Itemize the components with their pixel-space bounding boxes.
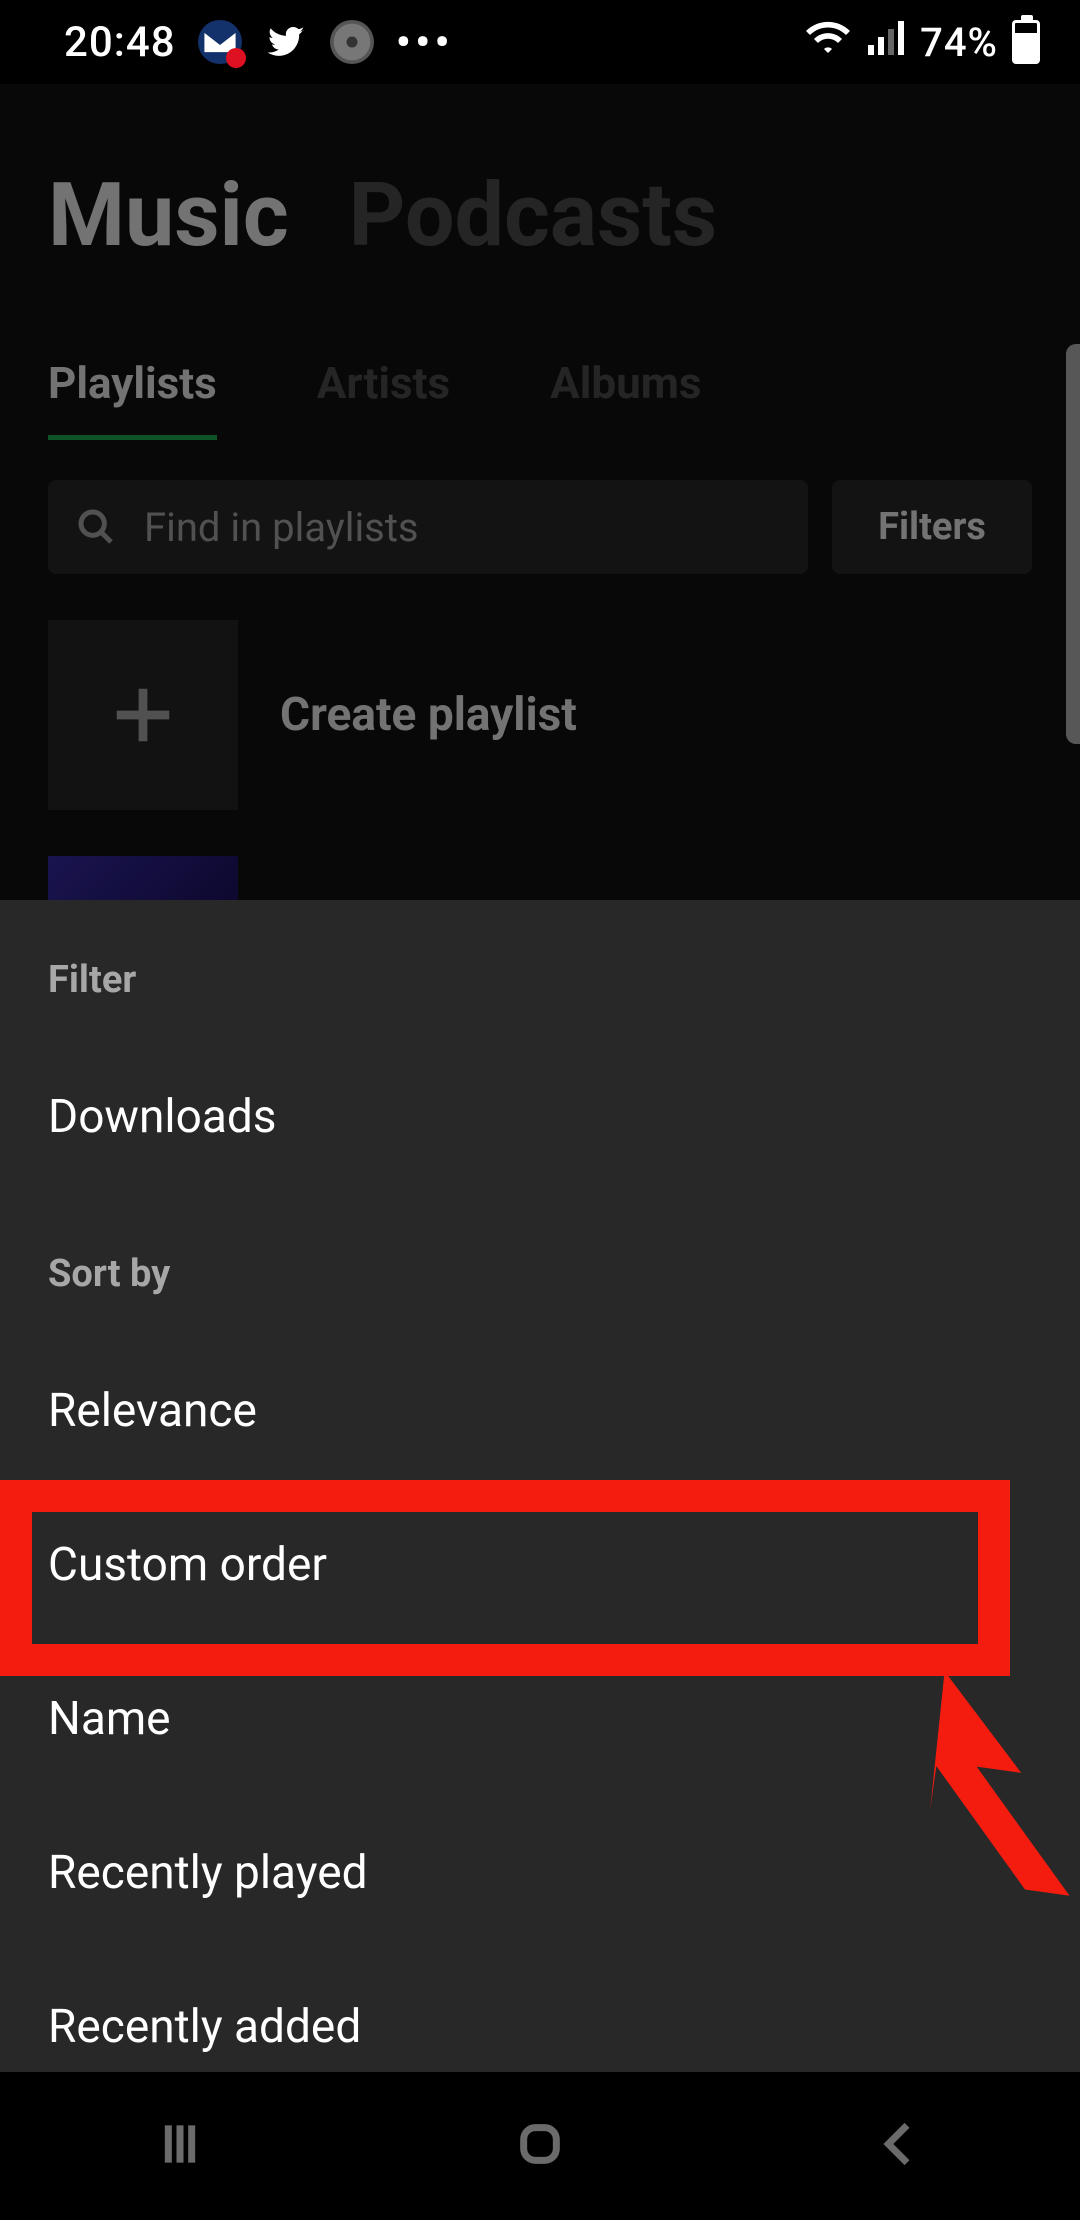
wifi-icon [804,17,852,67]
filter-option-downloads[interactable]: Downloads [0,1040,1080,1194]
battery-icon [1012,20,1040,64]
sort-section-title: Sort by [0,1194,1080,1334]
status-bar: 20:48 ••• 74% [0,0,1080,84]
android-nav-bar [0,2072,1080,2220]
filter-sort-sheet: Filter Downloads Sort by Relevance Custo… [0,900,1080,2072]
nav-back-button[interactable] [872,2116,928,2176]
sort-option-custom-order[interactable]: Custom order [0,1488,1080,1642]
filter-section-title: Filter [0,900,1080,1040]
mail-icon [198,20,242,64]
nav-home-button[interactable] [512,2116,568,2176]
sort-option-name[interactable]: Name [0,1642,1080,1796]
status-time: 20:48 [64,18,176,67]
disc-icon [330,20,374,64]
twitter-icon [264,20,308,64]
battery-percent: 74% [920,19,998,66]
more-icon: ••• [396,16,454,68]
nav-recents-button[interactable] [152,2116,208,2176]
sort-option-recently-played[interactable]: Recently played [0,1796,1080,1950]
signal-icon [866,17,906,67]
sort-option-relevance[interactable]: Relevance [0,1334,1080,1488]
